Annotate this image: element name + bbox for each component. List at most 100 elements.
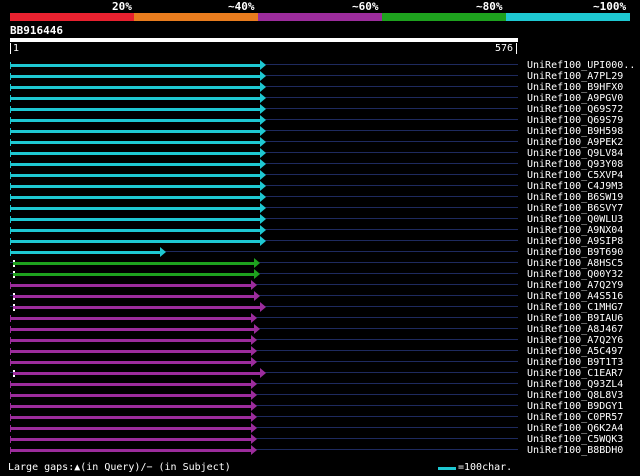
- hit-label-link[interactable]: UniRef100_A5C497: [527, 346, 623, 357]
- hit-label-link[interactable]: UniRef100_A9NX04: [527, 225, 623, 236]
- hit-label-link[interactable]: UniRef100_C1MHG7: [527, 302, 623, 313]
- hit-label-link[interactable]: UniRef100_Q93ZL4: [527, 379, 623, 390]
- hit-arrow-icon: [159, 247, 166, 257]
- hit-label-link[interactable]: UniRef100_Q6K2A4: [527, 423, 623, 434]
- hit-alignment-bar[interactable]: [10, 350, 252, 353]
- hit-row: UniRef100_Q6K2A4: [0, 423, 640, 434]
- hit-arrow-icon: [250, 423, 257, 433]
- hit-row: UniRef100_B9H598: [0, 126, 640, 137]
- hit-label-link[interactable]: UniRef100_Q69S72: [527, 104, 623, 115]
- hit-row: UniRef100_Q69S72: [0, 104, 640, 115]
- hit-row: UniRef100_Q9LV84: [0, 148, 640, 159]
- hit-alignment-bar[interactable]: [10, 108, 261, 111]
- hit-label-link[interactable]: UniRef100_UPI000..: [527, 60, 635, 71]
- hit-alignment-bar[interactable]: [10, 416, 252, 419]
- hit-label-link[interactable]: UniRef100_A8J467: [527, 324, 623, 335]
- hit-label-link[interactable]: UniRef100_B9H598: [527, 126, 623, 137]
- hit-alignment-bar[interactable]: [10, 383, 252, 386]
- hit-label-link[interactable]: UniRef100_A7Q2Y9: [527, 280, 623, 291]
- hit-alignment-bar[interactable]: [10, 229, 261, 232]
- hit-arrow-icon: [250, 390, 257, 400]
- hit-alignment-bar[interactable]: [10, 97, 261, 100]
- hit-arrow-icon: [260, 214, 266, 224]
- hit-arrow-icon: [250, 313, 257, 323]
- hit-label-link[interactable]: UniRef100_B8BDH0: [527, 445, 623, 456]
- hit-label-link[interactable]: UniRef100_Q00Y32: [527, 269, 623, 280]
- hit-row: UniRef100_B9HFX0: [0, 82, 640, 93]
- hit-alignment-bar[interactable]: [10, 196, 261, 199]
- hit-alignment-bar[interactable]: [10, 218, 261, 221]
- hit-alignment-bar[interactable]: [10, 449, 252, 452]
- hit-alignment-bar[interactable]: [10, 75, 261, 78]
- hit-arrow-icon: [260, 115, 266, 125]
- hit-label-link[interactable]: UniRef100_A4S516: [527, 291, 623, 302]
- hit-alignment-bar[interactable]: [10, 119, 261, 122]
- hit-alignment-bar[interactable]: [10, 317, 252, 320]
- hit-label-link[interactable]: UniRef100_B9T1T3: [527, 357, 623, 368]
- hit-label-link[interactable]: UniRef100_C5XVP4: [527, 170, 623, 181]
- hit-arrow-icon: [250, 335, 257, 345]
- hit-label-link[interactable]: UniRef100_B9DGY1: [527, 401, 623, 412]
- hit-arrow-icon: [260, 71, 266, 81]
- hit-label-link[interactable]: UniRef100_B9HFX0: [527, 82, 623, 93]
- hit-alignment-bar[interactable]: [10, 240, 261, 243]
- hit-row: UniRef100_Q93Y08: [0, 159, 640, 170]
- hit-alignment-bar[interactable]: [10, 163, 261, 166]
- hit-alignment-bar[interactable]: [10, 141, 261, 144]
- hit-alignment-bar[interactable]: [10, 251, 161, 254]
- hit-label-link[interactable]: UniRef100_C5WQK3: [527, 434, 623, 445]
- hit-row: UniRef100_B9IAU6: [0, 313, 640, 324]
- hit-label-link[interactable]: UniRef100_Q8L8V3: [527, 390, 623, 401]
- hit-row: UniRef100_A9PGV0: [0, 93, 640, 104]
- hit-label-link[interactable]: UniRef100_Q69S79: [527, 115, 623, 126]
- hit-arrow-icon: [250, 412, 257, 422]
- gaps-legend: Large gaps:▲(in Query)/− (in Subject): [8, 462, 231, 473]
- hit-label-link[interactable]: UniRef100_Q9LV84: [527, 148, 623, 159]
- hit-label-link[interactable]: UniRef100_A7Q2Y6: [527, 335, 623, 346]
- hit-row: UniRef100_Q8L8V3: [0, 390, 640, 401]
- hit-alignment-bar[interactable]: [10, 394, 252, 397]
- hit-label-link[interactable]: UniRef100_Q93Y08: [527, 159, 623, 170]
- hit-label-link[interactable]: UniRef100_A9PEK2: [527, 137, 623, 148]
- hit-alignment-bar[interactable]: [10, 152, 261, 155]
- hit-arrow-icon: [260, 203, 266, 213]
- hit-alignment-bar[interactable]: [10, 339, 252, 342]
- hit-alignment-bar[interactable]: [12, 273, 255, 276]
- hit-alignment-bar[interactable]: [10, 64, 261, 67]
- hit-label-link[interactable]: UniRef100_B6SW19: [527, 192, 623, 203]
- hit-label-link[interactable]: UniRef100_C0PR57: [527, 412, 623, 423]
- hit-alignment-bar[interactable]: [10, 86, 261, 89]
- hit-label-link[interactable]: UniRef100_B9T690: [527, 247, 623, 258]
- hit-arrow-icon: [250, 445, 257, 455]
- hit-label-link[interactable]: UniRef100_A7PL29: [527, 71, 623, 82]
- hit-alignment-bar[interactable]: [10, 361, 252, 364]
- hit-label-link[interactable]: UniRef100_B9IAU6: [527, 313, 623, 324]
- hit-arrow-icon: [260, 148, 266, 158]
- hit-alignment-bar[interactable]: [10, 130, 261, 133]
- hit-alignment-bar[interactable]: [12, 306, 261, 309]
- hit-label-link[interactable]: UniRef100_C4J9M3: [527, 181, 623, 192]
- hit-alignment-bar[interactable]: [10, 174, 261, 177]
- hit-arrow-icon: [260, 126, 266, 136]
- hit-label-link[interactable]: UniRef100_A8HSC5: [527, 258, 623, 269]
- hit-alignment-bar[interactable]: [12, 372, 261, 375]
- hit-arrow-icon: [260, 225, 266, 235]
- scale-label: =100char.: [458, 462, 513, 473]
- hit-alignment-bar[interactable]: [12, 262, 255, 265]
- hit-alignment-bar[interactable]: [10, 328, 255, 331]
- hit-label-link[interactable]: UniRef100_Q0WLU3: [527, 214, 623, 225]
- hit-alignment-bar[interactable]: [12, 295, 255, 298]
- hit-label-link[interactable]: UniRef100_B6SVY7: [527, 203, 623, 214]
- hit-arrow-icon: [250, 357, 257, 367]
- hit-alignment-bar[interactable]: [10, 207, 261, 210]
- hit-alignment-bar[interactable]: [10, 405, 252, 408]
- hit-alignment-bar[interactable]: [10, 438, 252, 441]
- hit-alignment-bar[interactable]: [10, 185, 261, 188]
- hit-label-link[interactable]: UniRef100_A9PGV0: [527, 93, 623, 104]
- hit-alignment-bar[interactable]: [10, 284, 252, 287]
- hit-tracks: UniRef100_UPI000.. UniRef100_A7PL29 UniRef…: [0, 0, 640, 476]
- hit-label-link[interactable]: UniRef100_C1EAR7: [527, 368, 623, 379]
- hit-alignment-bar[interactable]: [10, 427, 252, 430]
- hit-label-link[interactable]: UniRef100_A9SIP8: [527, 236, 623, 247]
- hit-row: UniRef100_A8J467: [0, 324, 640, 335]
